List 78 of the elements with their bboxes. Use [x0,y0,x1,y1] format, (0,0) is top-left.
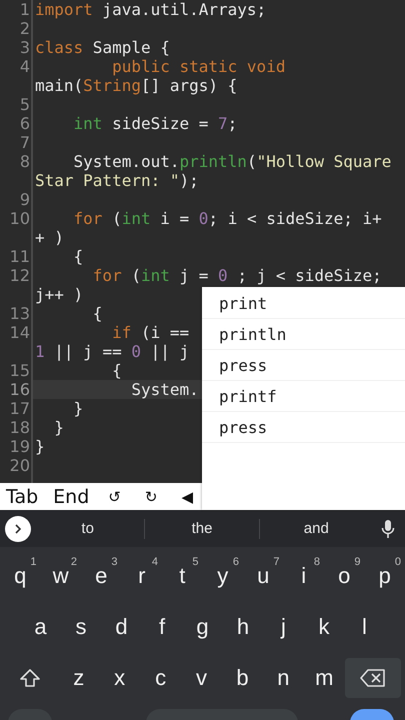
suggestion-item[interactable]: press [202,351,405,380]
expand-button[interactable] [5,516,31,542]
code-line: if (i == [111,323,190,342]
word-suggestion[interactable]: to [31,516,144,541]
keyboard-key[interactable]: x [99,656,140,700]
extra-key[interactable]: End [53,486,90,508]
keyboard-key[interactable]: g [182,604,223,648]
word-suggestion[interactable]: and [260,516,373,541]
suggestion-item[interactable]: press [202,413,405,442]
keyboard-key[interactable]: t 5 [162,554,202,598]
code-line: class Sample { [35,38,170,57]
keyboard-key[interactable]: a [20,604,61,648]
line-number: 1 [20,0,30,19]
line-number: 8 [20,152,30,171]
line-number: 16 [10,380,30,399]
keyboard-key[interactable]: l [344,604,385,648]
code-line: for (int i = 0; i < sideSize; i+ [72,209,382,228]
symbol-key[interactable]: ↺ [108,488,121,506]
code-line: } [35,437,45,456]
code-line: System.out.println("Hollow Square [72,152,392,171]
keyboard-key[interactable]: r 4 [122,554,162,598]
code-line: for (int j = 0 ; j < sideSize; [92,266,382,285]
keyboard-key[interactable]: z [58,656,99,700]
line-number: 12 [10,266,30,285]
keyboard-key[interactable]: d [101,604,142,648]
keyboard-key[interactable]: y 6 [202,554,243,598]
line-number: 10 [10,209,30,228]
line-number: 18 [10,418,30,437]
code-line: j++ ) [35,285,84,304]
keyboard-key[interactable]: k [304,604,344,648]
backspace-icon [360,668,386,686]
line-number: 9 [20,190,30,209]
code-line: + ) [35,228,64,247]
line-number: 13 [10,304,30,323]
suggestion-item[interactable]: print [202,289,405,318]
code-line: { [111,361,122,380]
keyboard-key[interactable]: i 8 [284,554,324,598]
suggestion-item[interactable]: println [202,320,405,349]
code-line: } [53,418,64,437]
keyboard-key[interactable]: b [222,656,263,700]
microphone-icon[interactable] [380,518,395,538]
code-line: import java.util.Arrays; [35,0,266,19]
suggestion-item[interactable]: printf [202,382,405,411]
line-number: 17 [10,399,30,418]
line-number: 19 [10,437,30,456]
keyboard-key[interactable]: m [304,656,345,700]
keyboard-key[interactable]: n [263,656,304,700]
line-number: 20 [10,456,30,475]
line-number: 15 [10,361,30,380]
line-number: 7 [20,133,30,152]
line-number: 14 [10,323,30,342]
keyboard-key[interactable]: s [60,604,102,648]
code-line: Star Pattern: "); [35,171,199,190]
code-line: int sideSize = 7; [72,114,238,133]
code-line: { [72,247,84,266]
backspace-key[interactable] [345,658,401,698]
extra-key[interactable]: Tab [6,486,38,508]
line-number: 2 [20,19,30,38]
code-line: 1 || j == 0 || j [35,342,190,361]
code-line: } [72,399,84,418]
line-number: 6 [20,114,30,133]
line-number: 4 [20,57,30,76]
code-line: main(String[] args) { [35,76,238,95]
keyboard-key[interactable]: j [263,604,304,648]
code-line: System. [130,380,199,399]
shift-icon [19,668,41,688]
keyboard-key[interactable]: v [181,656,222,700]
code-line: { [92,304,102,323]
word-suggestion[interactable]: the [145,516,259,541]
symbol-key[interactable]: ◀ [181,488,193,506]
line-number: 11 [10,247,30,266]
line-number: 5 [20,95,30,114]
symbol-key[interactable]: ↻ [144,488,158,506]
line-number: 3 [20,38,30,57]
code-line: public static void [111,57,286,76]
keyboard-key[interactable]: h [222,604,264,648]
keyboard-key[interactable]: c [140,656,181,700]
keyboard-key[interactable]: f [142,604,182,648]
